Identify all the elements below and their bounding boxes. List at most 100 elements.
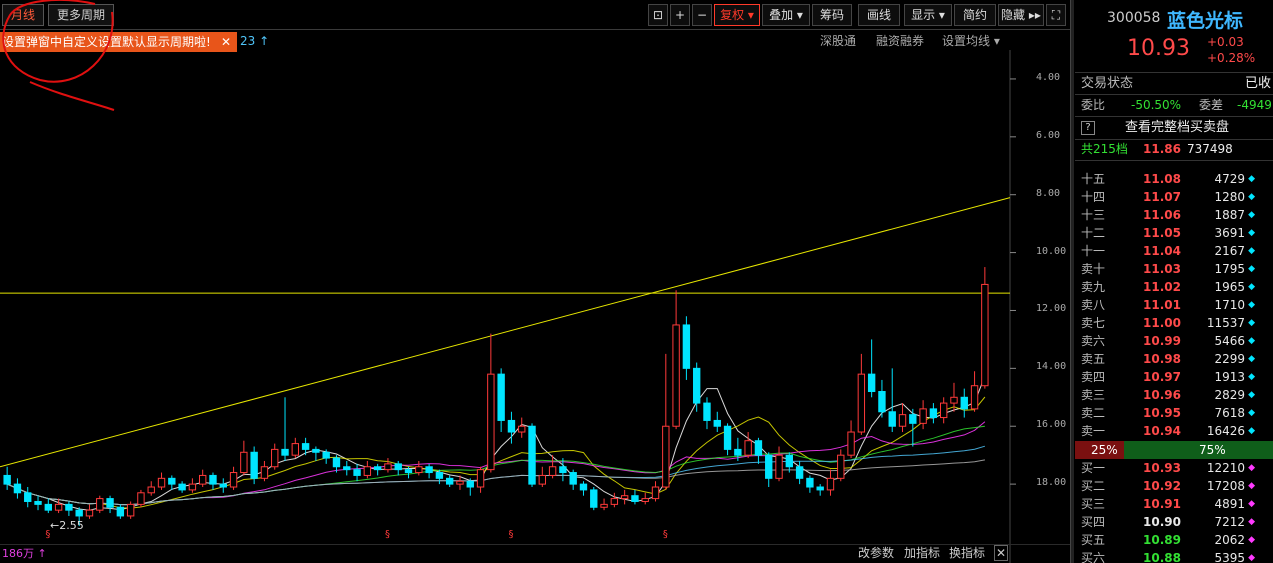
full-orderbook-link[interactable]: ? 查看完整档买卖盘 xyxy=(1075,119,1273,137)
ask-volume: 1280 xyxy=(1214,190,1245,204)
ask-level-label: 十三 xyxy=(1081,208,1106,222)
app-root: 月线 更多周期 ⊡ + − 复权 ▾ 叠加 ▾ 筹码 画线 显示 ▾ 简约 隐藏… xyxy=(0,0,1273,563)
bid-level-label: 买一 xyxy=(1081,461,1106,475)
weibi-value: -50.50% xyxy=(1131,98,1182,112)
ask-level-row[interactable]: 十五 11.08 4729 ◆ xyxy=(1075,170,1273,188)
bid-price: 10.92 xyxy=(1143,479,1181,493)
divider xyxy=(1075,116,1273,117)
candle-body xyxy=(806,477,814,488)
ask-dot-icon: ◆ xyxy=(1248,336,1255,346)
ask-level-row[interactable]: 卖五 10.98 2299 ◆ xyxy=(1075,350,1273,368)
volume-value: 186万 xyxy=(2,547,34,560)
bid-price: 10.93 xyxy=(1143,461,1181,475)
ask-dot-icon: ◆ xyxy=(1248,282,1255,292)
ask-level-row[interactable]: 卖八 11.01 1710 ◆ xyxy=(1075,296,1273,314)
ask-price: 11.08 xyxy=(1143,172,1181,186)
add-indicator-button[interactable]: 加指标 xyxy=(904,545,940,561)
ask-level-label: 卖八 xyxy=(1081,298,1106,312)
candle-body xyxy=(662,425,670,488)
candle-body xyxy=(466,480,474,488)
candle-body xyxy=(240,451,248,474)
axis-tick-label: 16.00 xyxy=(1036,419,1067,431)
ask-level-row[interactable]: 十三 11.06 1887 ◆ xyxy=(1075,206,1273,224)
candle-body xyxy=(765,454,773,479)
candle-body xyxy=(878,391,886,413)
change-params-button[interactable]: 改参数 xyxy=(858,545,894,561)
candle-body xyxy=(188,483,197,491)
candle-body xyxy=(415,466,423,474)
close-indicator-icon[interactable]: ✕ xyxy=(994,545,1008,561)
candle-body xyxy=(373,466,382,471)
candle-body xyxy=(610,498,619,505)
bid-level-row[interactable]: 买四 10.90 7212 ◆ xyxy=(1075,513,1273,531)
candle-body xyxy=(13,483,22,494)
bid-level-label: 买二 xyxy=(1081,479,1106,493)
bid-level-row[interactable]: 买二 10.92 17208 ◆ xyxy=(1075,477,1273,495)
ask-level-row[interactable]: 卖二 10.95 7618 ◆ xyxy=(1075,404,1273,422)
weibi-label: 委比 xyxy=(1081,98,1106,112)
total-volume: 737498 xyxy=(1187,142,1233,156)
ask-level-row[interactable]: 卖十 11.03 1795 ◆ xyxy=(1075,260,1273,278)
ask-level-row[interactable]: 卖一 10.94 16426 ◆ xyxy=(1075,422,1273,440)
axis-tick-label: 14.00 xyxy=(1036,361,1067,373)
candle-body xyxy=(445,477,454,485)
candle-body xyxy=(826,477,835,491)
candle-body xyxy=(476,469,485,488)
bid-level-row[interactable]: 买五 10.89 2062 ◆ xyxy=(1075,531,1273,549)
ask-level-row[interactable]: 十一 11.04 2167 ◆ xyxy=(1075,242,1273,260)
ask-level-row[interactable]: 十二 11.05 3691 ◆ xyxy=(1075,224,1273,242)
bid-volume: 7212 xyxy=(1214,515,1245,529)
bid-level-label: 买四 xyxy=(1081,515,1106,529)
ask-dot-icon: ◆ xyxy=(1248,426,1255,436)
candle-body xyxy=(929,408,938,419)
event-marker-icon: § xyxy=(663,529,668,540)
candle-body xyxy=(24,492,32,502)
bid-level-label: 买五 xyxy=(1081,533,1106,547)
candle-body xyxy=(837,454,845,479)
candle-body xyxy=(271,448,279,468)
swap-indicator-button[interactable]: 换指标 xyxy=(949,545,985,561)
ask-price: 10.95 xyxy=(1143,406,1181,420)
bid-price: 10.90 xyxy=(1143,515,1181,529)
event-marker-icon: § xyxy=(508,529,513,540)
candle-body xyxy=(260,466,269,479)
bid-level-row[interactable]: 买六 10.88 5395 ◆ xyxy=(1075,549,1273,563)
candle-body xyxy=(312,448,320,453)
candle-body xyxy=(157,477,166,488)
help-icon: ? xyxy=(1081,121,1095,135)
candle-body xyxy=(600,503,608,508)
candle-body xyxy=(353,469,361,476)
kline-chart-area[interactable]: 月线 更多周期 ⊡ + − 复权 ▾ 叠加 ▾ 筹码 画线 显示 ▾ 简约 隐藏… xyxy=(0,0,1070,563)
total-levels-label: 共215档 xyxy=(1081,142,1128,156)
trade-status-row: 交易状态 已收 xyxy=(1081,75,1273,93)
ask-price: 11.01 xyxy=(1143,298,1181,312)
ask-volume: 16426 xyxy=(1206,424,1245,438)
candle-body xyxy=(898,414,907,427)
ask-level-row[interactable]: 卖四 10.97 1913 ◆ xyxy=(1075,368,1273,386)
ask-level-row[interactable]: 卖九 11.02 1965 ◆ xyxy=(1075,278,1273,296)
ask-level-label: 卖七 xyxy=(1081,316,1106,330)
candle-body xyxy=(487,373,495,471)
ask-volume: 4729 xyxy=(1214,172,1245,186)
candle-body xyxy=(363,466,372,476)
ask-level-row[interactable]: 卖七 11.00 11537 ◆ xyxy=(1075,314,1273,332)
candle-body xyxy=(950,396,958,404)
ask-dot-icon: ◆ xyxy=(1248,264,1255,274)
change-percent: +0.28% xyxy=(1207,51,1256,65)
candle-body xyxy=(682,324,691,369)
candle-body xyxy=(857,373,866,433)
candle-body xyxy=(919,408,927,424)
ask-level-row[interactable]: 卖三 10.96 2829 ◆ xyxy=(1075,386,1273,404)
bid-level-row[interactable]: 买三 10.91 4891 ◆ xyxy=(1075,495,1273,513)
ask-level-label: 卖九 xyxy=(1081,280,1106,294)
candle-body xyxy=(651,486,660,500)
candle-body xyxy=(106,498,114,508)
ask-volume: 1710 xyxy=(1214,298,1245,312)
divider xyxy=(1075,160,1273,161)
panel-splitter[interactable] xyxy=(1070,0,1074,563)
ask-level-row[interactable]: 卖六 10.99 5466 ◆ xyxy=(1075,332,1273,350)
ask-level-row[interactable]: 十四 11.07 1280 ◆ xyxy=(1075,188,1273,206)
bid-level-row[interactable]: 买一 10.93 12210 ◆ xyxy=(1075,459,1273,477)
stock-name[interactable]: 蓝色光标 xyxy=(1167,6,1243,33)
candle-body xyxy=(744,440,752,456)
